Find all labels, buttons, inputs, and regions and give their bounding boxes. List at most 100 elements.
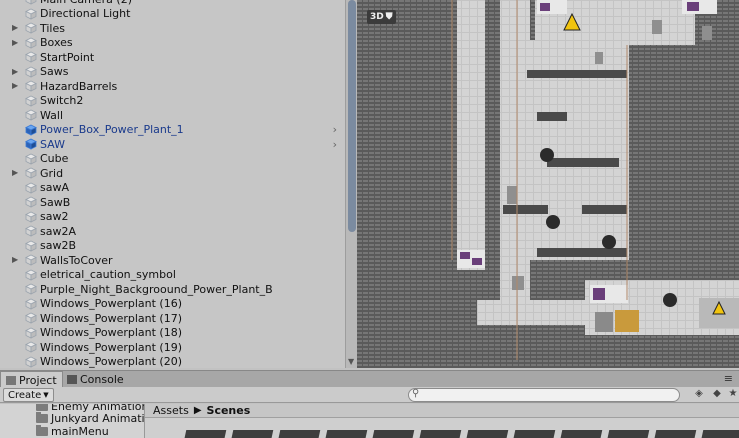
scene-asset-thumbnail[interactable] [371, 430, 415, 438]
project-toolbar: Create ▼ ⚲ ◈ ◆ ★ [0, 387, 739, 403]
tab-project[interactable]: Project [0, 371, 63, 388]
hierarchy-item[interactable]: Directional Light [0, 7, 345, 22]
foldout-arrow-icon[interactable]: ▶ [12, 36, 20, 50]
hierarchy-item-label: Wall [40, 108, 64, 122]
hierarchy-item-label: Power_Box_Power_Plant_1 [40, 123, 184, 137]
scene-asset-thumbnail[interactable] [277, 430, 321, 438]
platform [537, 112, 567, 121]
prefab-open-chevron-icon[interactable]: › [333, 138, 337, 151]
saw-blade[interactable] [663, 293, 677, 307]
hierarchy-item[interactable]: Power_Box_Power_Plant_1 › [0, 123, 345, 138]
search-input[interactable]: ⚲ [408, 388, 680, 402]
chevron-right-icon: ▶ [193, 405, 202, 416]
scroll-down-arrow-icon[interactable]: ▼ [348, 357, 354, 366]
foldout-arrow-icon[interactable]: ▶ [12, 166, 20, 180]
hierarchy-item[interactable]: Purple_Night_Backgroound_Power_Plant_B [0, 282, 345, 297]
hierarchy-item-label: Windows_Powerplant (17) [40, 311, 183, 325]
scene-asset-thumbnail[interactable] [606, 430, 650, 438]
scene-asset-thumbnail[interactable] [559, 430, 603, 438]
gameobject-cube-icon [25, 254, 37, 266]
bottom-tab-bar: Project Console ≡ [0, 370, 739, 388]
gameobject-cube-icon [25, 22, 37, 34]
filter-by-type-icon[interactable]: ◈ [692, 388, 706, 402]
scene-asset-thumbnail[interactable] [700, 430, 739, 438]
scene-asset-thumbnail[interactable] [653, 430, 697, 438]
breadcrumb: Assets ▶ Scenes [145, 404, 739, 418]
scene-asset-thumbnail[interactable] [324, 430, 368, 438]
tab-console-label: Console [80, 373, 124, 386]
hierarchy-item-label: Windows_Powerplant (19) [40, 340, 183, 354]
hierarchy-item[interactable]: Cube [0, 152, 345, 167]
breadcrumb-scenes[interactable]: Scenes [207, 404, 251, 417]
scene-asset-thumbnail[interactable] [512, 430, 556, 438]
hierarchy-item[interactable]: Windows_Powerplant (17) [0, 311, 345, 326]
hierarchy-item[interactable]: ▶ WallsToCover [0, 253, 345, 268]
gameobject-cube-icon [25, 283, 37, 295]
hierarchy-item-label: Cube [40, 152, 69, 166]
hierarchy-item[interactable]: ▶ HazardBarrels [0, 79, 345, 94]
scene-view[interactable] [357, 0, 739, 368]
hierarchy-item[interactable]: StartPoint [0, 50, 345, 65]
hierarchy-item-label: Purple_Night_Backgroound_Power_Plant_B [40, 282, 273, 296]
folder-icon [36, 412, 48, 423]
hierarchy-item[interactable]: ▶ Saws [0, 65, 345, 80]
hierarchy-panel: Main Camera (2)Directional Light ▶ Tiles ▶ B… [0, 0, 345, 368]
hierarchy-item[interactable]: ▶ Tiles [0, 21, 345, 36]
scene-asset-thumbnail[interactable] [183, 430, 227, 438]
foldout-arrow-icon[interactable]: ▶ [12, 65, 20, 79]
saw-blade[interactable] [540, 148, 554, 162]
hierarchy-item-label: Tiles [40, 21, 65, 35]
folder-item-mainmenu[interactable]: mainMenu [36, 425, 109, 438]
hierarchy-item[interactable]: ▶ Boxes [0, 36, 345, 51]
hierarchy-item-label: Directional Light [40, 7, 131, 21]
scene-asset-thumbnail[interactable] [230, 430, 274, 438]
hierarchy-item[interactable]: Windows_Powerplant (19) [0, 340, 345, 355]
hierarchy-item[interactable]: saw2 [0, 210, 345, 225]
hierarchy-item[interactable]: eletrical_caution_symbol [0, 268, 345, 283]
hierarchy-scrollbar[interactable]: ▼ [345, 0, 357, 368]
create-button[interactable]: Create ▼ [3, 388, 54, 402]
folder-item-junkyard-animation[interactable]: Junkyard Animation [36, 412, 144, 425]
barrel [652, 20, 662, 34]
hierarchy-item[interactable]: SAW › [0, 137, 345, 152]
shield-icon: ⛊ [385, 12, 393, 22]
hierarchy-item[interactable]: Windows_Powerplant (18) [0, 326, 345, 341]
hierarchy-item-label: Main Camera (2) [40, 0, 132, 6]
hierarchy-item[interactable]: saw2A [0, 224, 345, 239]
prefab-open-chevron-icon[interactable]: › [333, 123, 337, 136]
scrollbar-thumb[interactable] [348, 0, 356, 232]
saw-blade[interactable] [546, 215, 560, 229]
console-icon [67, 375, 77, 384]
gameobject-cube-icon [25, 66, 37, 78]
breadcrumb-assets[interactable]: Assets [153, 404, 189, 417]
barrel [507, 186, 517, 204]
scene-asset-thumbnail[interactable] [418, 430, 462, 438]
hierarchy-item[interactable]: ▶ Grid [0, 166, 345, 181]
hierarchy-item[interactable]: SawB [0, 195, 345, 210]
foldout-arrow-icon[interactable]: ▶ [12, 79, 20, 93]
wooden-crate [615, 310, 639, 332]
filter-by-label-icon[interactable]: ◆ [710, 388, 724, 402]
hierarchy-item[interactable]: Wall [0, 108, 345, 123]
hierarchy-item-label: HazardBarrels [40, 79, 118, 93]
barrel [595, 52, 603, 64]
gameobject-cube-icon [25, 8, 37, 20]
hierarchy-item[interactable]: Switch2 [0, 94, 345, 109]
folder-icon [36, 404, 48, 411]
hierarchy-item-label: Windows_Powerplant (18) [40, 326, 183, 340]
foldout-arrow-icon[interactable]: ▶ [12, 253, 20, 267]
3d-mode-button[interactable]: 3D ⛊ [367, 10, 396, 24]
hierarchy-item-label: Saws [40, 65, 69, 79]
hierarchy-item[interactable]: Windows_Powerplant (20) [0, 355, 345, 368]
tab-console[interactable]: Console [62, 371, 129, 388]
wall-column [500, 0, 530, 320]
hierarchy-item[interactable]: sawA [0, 181, 345, 196]
hierarchy-item[interactable]: saw2B [0, 239, 345, 254]
saw-blade[interactable] [602, 235, 616, 249]
hierarchy-item[interactable]: Windows_Powerplant (16) [0, 297, 345, 312]
panel-menu-icon[interactable]: ≡ [724, 372, 733, 385]
scene-asset-thumbnail[interactable] [465, 430, 509, 438]
favorites-star-icon[interactable]: ★ [726, 388, 739, 402]
gameobject-cube-icon [25, 269, 37, 281]
foldout-arrow-icon[interactable]: ▶ [12, 21, 20, 35]
